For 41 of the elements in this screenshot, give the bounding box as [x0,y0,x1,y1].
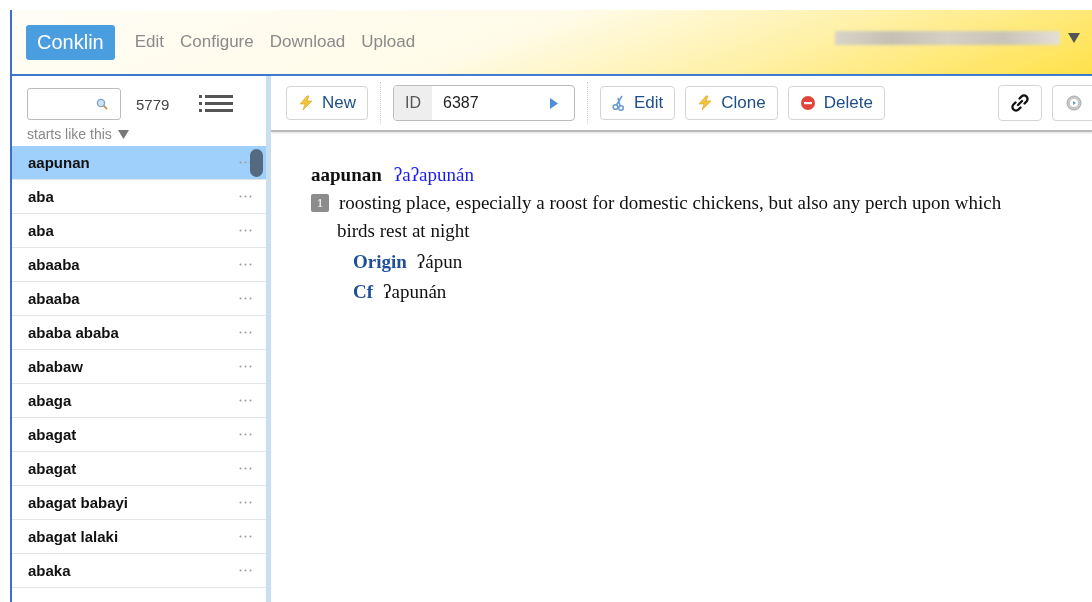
field-value: ʔapunán [383,280,447,304]
more-icon[interactable] [239,569,252,572]
more-icon[interactable] [239,467,252,470]
search-icon [96,98,108,110]
pronunciation: ʔaʔapunán [393,164,474,186]
lightning-icon [697,95,714,111]
scrollbar-thumb[interactable] [250,149,263,177]
more-icon[interactable] [239,195,252,198]
list-item[interactable]: aapunan [12,146,266,180]
clone-button[interactable]: Clone [685,86,778,120]
link-button[interactable] [998,85,1042,121]
field-value: ʔápun [416,250,463,274]
more-icon[interactable] [239,229,252,232]
minus-circle-icon [799,95,816,111]
more-icon[interactable] [239,399,252,402]
clock-icon [1066,95,1082,111]
more-icon[interactable] [239,263,252,266]
more-icon[interactable] [239,501,252,504]
link-icon [1010,93,1030,113]
more-icon[interactable] [239,331,252,334]
caret-icon[interactable] [117,129,129,139]
more-icon[interactable] [239,365,252,368]
field-label: Origin [353,250,407,274]
filter-label[interactable]: starts like this [27,126,112,142]
more-icon[interactable] [239,433,252,436]
new-button[interactable]: New [286,86,368,120]
search-field[interactable] [27,88,121,120]
field-label: Cf [353,280,374,304]
definition: roosting place, especially a roost for domestic chickens, but also any perch upon which birds rest at night [337,192,1002,241]
more-icon[interactable] [239,535,252,538]
history-button[interactable] [1052,85,1092,121]
edit-button[interactable]: Edit [600,86,676,120]
caret-icon[interactable] [1068,33,1080,43]
headword: aapunan [311,164,382,186]
entry-count: 5779 [136,95,170,113]
sense-number: 1 [311,194,329,212]
scissors-icon [612,95,626,111]
list-icon[interactable] [199,95,234,113]
delete-button[interactable]: Delete [787,86,885,120]
more-icon[interactable] [239,297,252,300]
lightning-icon [298,95,314,111]
